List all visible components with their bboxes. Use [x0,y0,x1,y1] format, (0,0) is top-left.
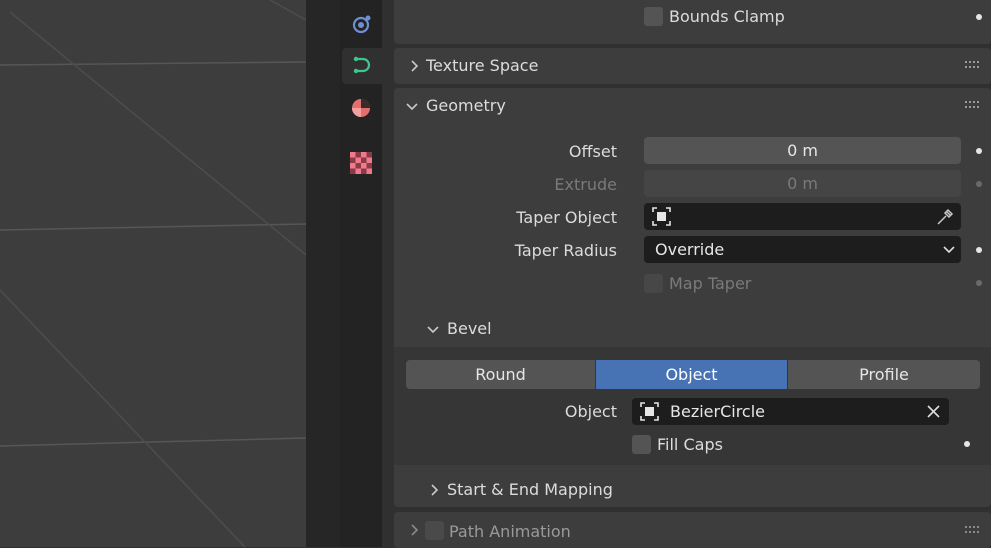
tab-material[interactable] [342,90,380,126]
orbit-physics-icon [352,15,371,34]
path-animation-title: Path Animation [449,522,571,541]
taper-object-label: Taper Object [516,208,617,227]
chevron-down-icon [406,103,418,111]
bounds-clamp-label: Bounds Clamp [669,7,785,26]
clear-x-icon[interactable] [926,404,941,419]
curve-data-icon [353,56,371,74]
bevel-object-value: BezierCircle [670,402,766,421]
taper-object-field[interactable] [644,203,961,230]
object-data-icon [640,402,659,421]
map-taper-keyframe-dot[interactable] [976,280,982,286]
object-data-icon [652,207,671,226]
bevel-mode-profile-button[interactable]: Profile [788,360,980,389]
drag-grip-icon[interactable] [965,101,981,109]
properties-tab-bar [340,0,384,547]
viewport-grid [0,0,306,547]
tab-texture[interactable] [342,145,380,181]
taper-radius-dropdown[interactable]: Override [644,236,961,263]
path-animation-header[interactable]: Path Animation [394,512,991,548]
offset-label: Offset [568,142,617,161]
chevron-right-icon [431,484,439,496]
eyedropper-icon[interactable] [936,207,955,226]
bevel-mode-round-button[interactable]: Round [406,360,595,389]
chevron-down-icon [943,246,955,254]
chevron-down-icon [427,326,439,334]
offset-field[interactable]: 0 m [644,137,961,164]
path-animation-checkbox[interactable] [425,521,444,540]
taper-radius-label: Taper Radius [514,241,617,260]
offset-keyframe-dot[interactable] [976,148,982,154]
taper-radius-value: Override [655,240,725,259]
previous-panel-body: Bounds Clamp [394,0,991,44]
drag-grip-icon[interactable] [965,61,981,69]
texture-space-title: Texture Space [426,56,539,75]
texture-space-header[interactable]: Texture Space [394,48,991,84]
3d-viewport[interactable] [0,0,306,547]
geometry-header[interactable]: Geometry [394,88,991,124]
area-divider [306,0,340,547]
bevel-mode-object-button[interactable]: Object [596,360,787,389]
material-sphere-icon [352,99,370,117]
fill-caps-label: Fill Caps [657,435,723,454]
tab-curve-data[interactable] [342,48,384,84]
drag-grip-icon[interactable] [965,526,981,534]
fill-caps-checkbox[interactable] [632,435,651,454]
tab-physics[interactable] [342,7,380,43]
start-end-mapping-header[interactable]: Start & End Mapping [394,473,991,507]
bounds-clamp-checkbox[interactable] [644,7,663,26]
geometry-title: Geometry [426,96,506,115]
map-taper-checkbox[interactable] [644,274,663,293]
properties-panel: Bounds Clamp Texture Space Geometry Offs… [382,0,991,548]
bevel-title: Bevel [447,319,492,338]
chevron-right-icon [411,60,419,72]
map-taper-label: Map Taper [669,274,752,293]
extrude-label: Extrude [554,175,617,194]
bevel-header[interactable]: Bevel [394,313,991,347]
chevron-right-icon [411,524,419,536]
bevel-object-field[interactable]: BezierCircle [632,398,949,425]
extrude-keyframe-dot[interactable] [976,181,982,187]
taper-radius-keyframe-dot[interactable] [976,247,982,253]
start-end-mapping-title: Start & End Mapping [447,480,613,499]
checker-texture-icon [350,152,372,174]
fill-caps-keyframe-dot[interactable] [964,441,970,447]
bounds-clamp-keyframe-dot[interactable] [976,14,982,20]
bevel-object-label: Object [564,402,617,421]
extrude-field[interactable]: 0 m [644,170,961,197]
